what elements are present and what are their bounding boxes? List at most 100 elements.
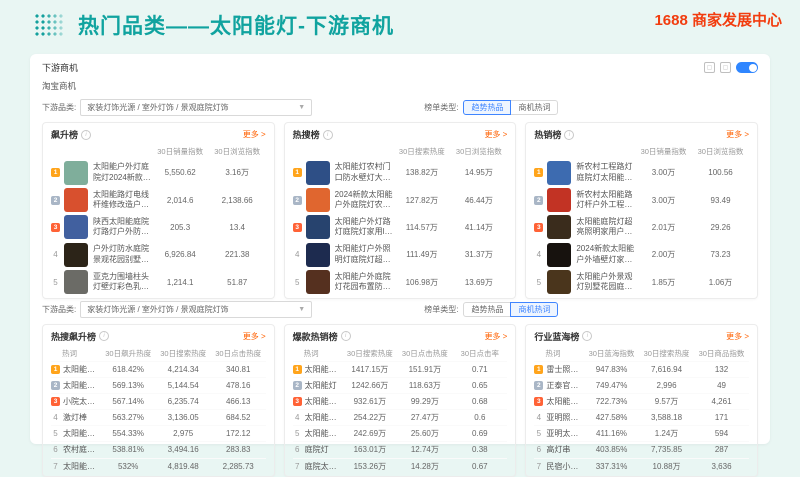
- keyword-row[interactable]: 5 太阳能户外灯家用庭... 242.69万 25.60万 0.69: [293, 425, 508, 441]
- main-panel: 下游商机 ▢ ▢ 淘宝商机 下游品类: 家装灯饰光源 / 室外灯饰 / 景观庭院…: [30, 54, 770, 444]
- product-row[interactable]: 5 太阳能户外庭院灯花园布置防水楼梯台阶灯围墙壁灯栏杆装饰灯照明 106.98万…: [293, 269, 508, 296]
- product-row[interactable]: 4 2024新款太阳能户外墙壁灯家用室外防水感应新型农村照明led路灯 2.00…: [534, 241, 749, 268]
- product-row[interactable]: 2 新农村太阳能路灯杆户外工程路灯庭院灯6米大小锥杆海螺臂杆定制 3.00万 9…: [534, 186, 749, 213]
- product-row[interactable]: 1 新农村工程路灯庭院灯太阳能路灯杆户外6米大小锥杆海螺臂杆定制 3.00万 1…: [534, 159, 749, 186]
- board-title: 爆款热销榜: [293, 330, 338, 343]
- product-row[interactable]: 5 太阳能户外景观灯别墅花园庭院篝火灯防水地插灯夜灯晚上自动亮 1.85万 1.…: [534, 269, 749, 296]
- product-thumb: [306, 270, 330, 294]
- pill-trend-hot[interactable]: 趋势热品: [463, 100, 511, 115]
- rank-badge: 1: [51, 168, 60, 177]
- more-link[interactable]: 更多 >: [484, 331, 507, 342]
- keyword-row[interactable]: 1 雷士照明官方旗舰店... 947.83% 7,616.94 132: [534, 361, 749, 377]
- metric-value: 46.44万: [450, 195, 507, 206]
- keyword-text: 太阳能户外灯: [305, 396, 343, 407]
- keyword-row[interactable]: 4 太阳能照明灯 254.22万 27.47万 0.6: [293, 409, 508, 425]
- keyword-row[interactable]: 1 太阳能庭院灯 1417.15万 151.91万 0.71: [293, 361, 508, 377]
- keyword-text: 民宿小院装饰: [546, 461, 584, 472]
- product-row[interactable]: 5 亚克力围墙柱头灯壁灯彩色乳白细纹PE PPMA PS圆形塑料不碎灯罩 1,2…: [51, 269, 266, 296]
- board-search-soaring: 热搜飙升榜 i 更多 > 热词 30日飙升热度 30日搜索热度 30日点击热度 …: [42, 324, 275, 477]
- product-row[interactable]: 1 太阳能户外灯庭院灯2024新款家用室外防水超亮大功率LED感应路灯 5,55…: [51, 159, 266, 186]
- subtab-taobao[interactable]: 淘宝商机: [42, 80, 758, 92]
- pill-biz-keywords[interactable]: 商机热词: [510, 100, 558, 115]
- metric-value: 132: [694, 365, 749, 374]
- more-link[interactable]: 更多 >: [726, 331, 749, 342]
- product-row[interactable]: 2 太阳能路灯电线杆维修改造户外防水led庭院灯挑臂抱杆超亮新农村 2,014.…: [51, 186, 266, 213]
- product-row[interactable]: 4 户外灯防水庭院景观花园别墅露台手提大小南瓜灯笼圆太阳能草坪灯 6,926.8…: [51, 241, 266, 268]
- display-toggle[interactable]: [736, 62, 758, 73]
- page-header: 热门品类——太阳能灯-下游商机 1688 商家发展中心: [0, 0, 800, 50]
- keyword-row[interactable]: 7 庭院太阳能灯 153.26万 14.28万 0.67: [293, 458, 508, 474]
- collapse-icon[interactable]: ▢: [704, 62, 715, 73]
- keyword-row[interactable]: 7 民宿小院装饰 337.31% 10.88万 3,636: [534, 458, 749, 474]
- info-icon[interactable]: i: [81, 130, 91, 140]
- more-link[interactable]: 更多 >: [243, 129, 266, 140]
- keyword-row[interactable]: 3 太阳能户外灯 932.61万 99.29万 0.68: [293, 393, 508, 409]
- product-row[interactable]: 3 太阳能户外灯路灯庭院灯家用led超亮新款大功率防水带灯杆照明灯 114.57…: [293, 214, 508, 241]
- metric-value: 172.12: [211, 429, 266, 438]
- keyword-row[interactable]: 7 太阳能庭院灯带地灯 532% 4,819.48 2,285.73: [51, 458, 266, 474]
- keyword-row[interactable]: 4 亚明照明旗舰店 427.58% 3,588.18 171: [534, 409, 749, 425]
- info-icon[interactable]: i: [323, 130, 333, 140]
- keyword-row[interactable]: 3 太阳能充电照明灯 722.73% 9.57万 4,261: [534, 393, 749, 409]
- keyword-row[interactable]: 4 激灯棒 563.27% 3,136.05 684.52: [51, 409, 266, 425]
- keyword-row[interactable]: 5 亚明太阳能户外灯 411.16% 1.24万 594: [534, 425, 749, 441]
- metric-value: 2,014.6: [152, 196, 209, 205]
- keyword-row[interactable]: 5 太阳能灯吸顶灯 554.33% 2,975 172.12: [51, 425, 266, 441]
- rank-number: 7: [293, 462, 302, 471]
- board-soaring: 飙升榜 i 更多 > 30日销量指数30日浏览指数 1 太阳能户外灯庭院灯202…: [42, 122, 275, 299]
- keyword-row[interactable]: 3 小院太阳能灯装饰 567.14% 6,235.74 466.13: [51, 393, 266, 409]
- keyword-row[interactable]: 2 正泰官方旗舰店 749.47% 2,996 49: [534, 377, 749, 393]
- metric-value: 427.58%: [584, 413, 639, 422]
- keyword-row[interactable]: 1 太阳能灭蚊器小夜灯 618.42% 4,214.34 340.81: [51, 361, 266, 377]
- metric-value: 31.37万: [450, 249, 507, 260]
- category-select[interactable]: 家装灯饰光源 / 室外灯饰 / 景观庭院灯饰 ▼: [80, 99, 312, 116]
- keyword-row[interactable]: 6 农村庭院照明灯 538.81% 3,494.16 283.83: [51, 441, 266, 457]
- keyword-text: 太阳能充电照明灯: [546, 396, 584, 407]
- expand-icon[interactable]: ▢: [720, 62, 731, 73]
- metric-value: 14.95万: [450, 167, 507, 178]
- tab-downstream[interactable]: 下游商机: [42, 61, 78, 74]
- metric-value: 0.65: [452, 381, 507, 390]
- more-link[interactable]: 更多 >: [243, 331, 266, 342]
- brand-text: 1688 商家发展中心: [654, 9, 782, 30]
- metric-value: 242.69万: [342, 428, 397, 439]
- product-title: 太阳能路灯电线杆维修改造户外防水led庭院灯挑臂抱杆超亮新农村: [93, 190, 152, 211]
- rank-number: 5: [293, 429, 302, 438]
- rank-badge: 3: [534, 397, 543, 406]
- info-icon[interactable]: i: [341, 331, 351, 341]
- more-link[interactable]: 更多 >: [484, 129, 507, 140]
- panel-top-bar: 下游商机 ▢ ▢: [42, 60, 758, 75]
- product-thumb: [306, 161, 330, 185]
- metric-value: 567.14%: [101, 397, 156, 406]
- metric-value: 171: [694, 413, 749, 422]
- product-title: 陕西太阳能庭院灯路灯户外防水3米小区超亮LED灯杆包塑抱杆景观灯: [93, 217, 152, 238]
- metric-value: 594: [694, 429, 749, 438]
- rank-number: 7: [534, 462, 543, 471]
- product-row[interactable]: 1 太阳能灯农村门口防水壁灯大功率室内家用超亮庭院灯感应户外灯 138.82万 …: [293, 159, 508, 186]
- keyword-text: 太阳能庭院灯带地灯: [63, 461, 101, 472]
- info-icon[interactable]: i: [564, 130, 574, 140]
- more-link[interactable]: 更多 >: [726, 129, 749, 140]
- metric-value: 1417.15万: [342, 364, 397, 375]
- metric-value: 254.22万: [342, 412, 397, 423]
- info-icon[interactable]: i: [582, 331, 592, 341]
- product-row[interactable]: 3 太阳能庭院灯超亮照明家用户外人体感应灯防水头灯锐丝自动亮电商 2.01万 2…: [534, 214, 749, 241]
- product-row[interactable]: 3 陕西太阳能庭院灯路灯户外防水3米小区超亮LED灯杆包塑抱杆景观灯 205.3…: [51, 214, 266, 241]
- keyword-row[interactable]: 2 太阳能遥控灯头 569.13% 5,144.54 478.16: [51, 377, 266, 393]
- metric-value: 205.3: [152, 223, 209, 232]
- product-row[interactable]: 2 2024新款太阳能户外庭院灯农村家用防水室外LED照明人体感应路灯 127.…: [293, 186, 508, 213]
- info-icon[interactable]: i: [99, 331, 109, 341]
- category-select[interactable]: 家装灯饰光源 / 室外灯饰 / 景观庭院灯饰 ▼: [80, 301, 312, 318]
- keyword-row[interactable]: 6 庭院灯 163.01万 12.74万 0.38: [293, 441, 508, 457]
- keyword-row[interactable]: 6 高灯串 403.85% 7,735.85 287: [534, 441, 749, 457]
- pill-biz-keywords[interactable]: 商机热词: [510, 302, 558, 317]
- product-row[interactable]: 4 太阳能灯户外照明灯庭院灯超亮大功率新型防水室内外家用LED路灯 111.49…: [293, 241, 508, 268]
- pill-trend-hot[interactable]: 趋势热品: [463, 302, 511, 317]
- keyword-row[interactable]: 2 太阳能灯 1242.66万 118.63万 0.65: [293, 377, 508, 393]
- metric-value: 3.16万: [209, 167, 266, 178]
- board-title: 飙升榜: [51, 128, 78, 141]
- category-select-value: 家装灯饰光源 / 室外灯饰 / 景观庭院灯饰: [87, 102, 228, 113]
- category-select-value: 家装灯饰光源 / 室外灯饰 / 景观庭院灯饰: [87, 304, 228, 315]
- rank-badge: 2: [534, 196, 543, 205]
- metric-value: 684.52: [211, 413, 266, 422]
